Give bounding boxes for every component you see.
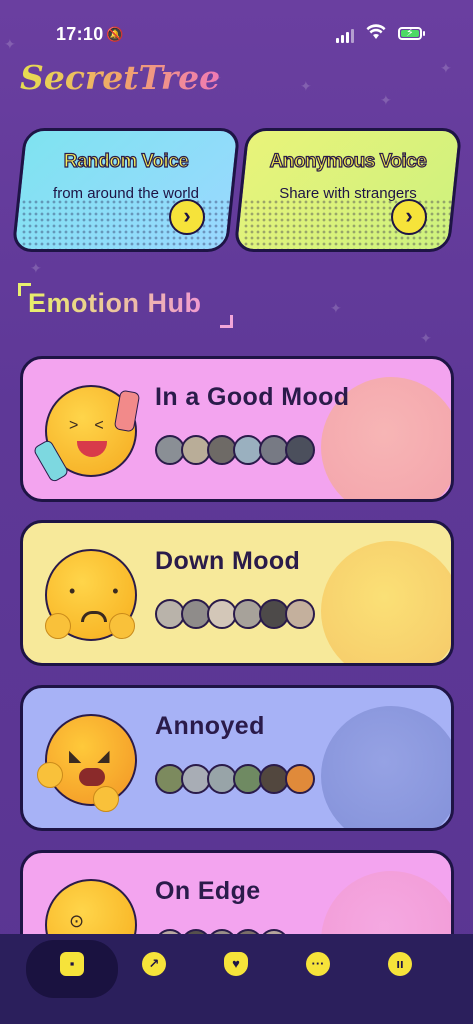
- home-icon: ▪: [60, 952, 84, 976]
- sparkle-decoration: ✦: [330, 300, 342, 316]
- mood-card-annoyed[interactable]: ◣◢ Annoyed: [20, 685, 454, 831]
- angry-emoji-watermark: [321, 706, 451, 828]
- nav-favorites[interactable]: ♥: [218, 946, 254, 982]
- chevron-right-icon[interactable]: ›: [391, 199, 427, 235]
- sparkle-decoration: ✦: [380, 92, 392, 108]
- mood-title: On Edge: [155, 877, 261, 905]
- wifi-icon: [366, 24, 386, 45]
- heart-icon: ♥: [224, 952, 248, 976]
- avatar-group: [155, 599, 315, 633]
- cellular-signal-icon: [336, 29, 356, 43]
- avatar: [285, 435, 315, 465]
- random-voice-subtitle: from around the world: [53, 185, 199, 202]
- sad-emoji-icon: • •: [45, 549, 137, 641]
- anonymous-voice-title: Anonymous Voice: [269, 150, 427, 172]
- random-voice-card[interactable]: Random Voice from around the world ›: [11, 128, 241, 252]
- nav-profile[interactable]: ıı: [382, 946, 418, 982]
- anonymous-voice-card[interactable]: Anonymous Voice Share with strangers ›: [233, 128, 463, 252]
- chevron-right-icon[interactable]: ›: [169, 199, 205, 235]
- mood-card-good[interactable]: >< In a Good Mood: [20, 356, 454, 502]
- sparkle-decoration: ✦: [30, 260, 42, 276]
- laughing-emoji-icon: ><: [32, 385, 141, 484]
- sparkle-decoration: ✦: [440, 60, 452, 76]
- avatar: [285, 599, 315, 629]
- app-logo: SecretTree: [20, 58, 221, 97]
- mood-title: Annoyed: [155, 712, 265, 740]
- bracket-decoration: [220, 315, 233, 328]
- sparkle-decoration: ✦: [300, 78, 312, 94]
- sparkle-decoration: ✦: [420, 330, 432, 346]
- mood-card-down[interactable]: • • Down Mood: [20, 520, 454, 666]
- battery-icon: ⚡: [398, 27, 422, 40]
- avatar-group: [155, 435, 315, 469]
- status-bar: 17:10 🔕 ⚡: [0, 0, 473, 60]
- nav-messages[interactable]: ···: [300, 946, 336, 982]
- avatar-group: [155, 764, 315, 798]
- section-title: Emotion Hub: [28, 288, 202, 318]
- status-time: 17:10: [56, 24, 104, 44]
- nav-explore[interactable]: ↗: [136, 946, 172, 982]
- mood-title: Down Mood: [155, 547, 301, 575]
- chat-icon: ···: [306, 952, 330, 976]
- avatar: [285, 764, 315, 794]
- random-voice-title: Random Voice: [63, 150, 189, 172]
- mood-title: In a Good Mood: [155, 383, 350, 411]
- sad-emoji-watermark: [321, 541, 451, 663]
- angry-emoji-icon: ◣◢: [37, 714, 137, 812]
- bottom-nav: ▪ ↗ ♥ ··· ıı: [0, 934, 473, 1024]
- compass-icon: ↗: [142, 952, 166, 976]
- anonymous-voice-subtitle: Share with strangers: [279, 185, 417, 202]
- silent-bell-icon: 🔕: [106, 26, 124, 42]
- nav-home[interactable]: ▪: [54, 946, 90, 982]
- battery-cap: [423, 31, 425, 36]
- profile-icon: ıı: [388, 952, 412, 976]
